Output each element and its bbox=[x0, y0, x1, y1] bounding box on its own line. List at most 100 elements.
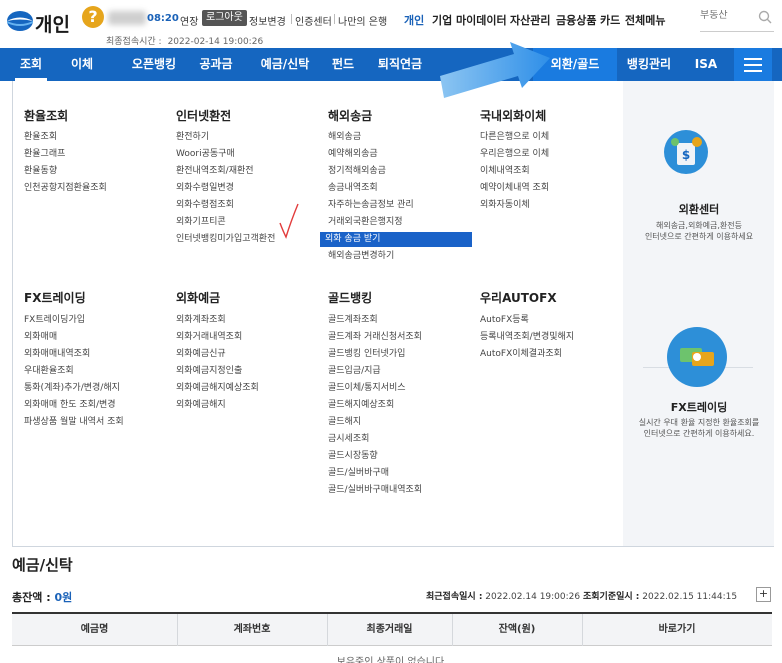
menu-link[interactable]: 인천공항지점환율조회 bbox=[24, 182, 107, 195]
menu-link[interactable]: 해외송금 bbox=[328, 131, 361, 144]
nav-transfer[interactable]: 이체 bbox=[62, 48, 102, 81]
gnav-asset[interactable]: 자산관리 bbox=[510, 12, 550, 28]
menu-link[interactable]: 외화수령일변경 bbox=[176, 182, 234, 195]
menu-link[interactable]: 환율그래프 bbox=[24, 148, 65, 161]
menu-link[interactable]: 골드해지 bbox=[328, 416, 361, 429]
base-date-value: 2022.02.15 11:44:15 bbox=[642, 592, 738, 602]
menu-link[interactable]: 환전내역조회/재환전 bbox=[176, 165, 254, 178]
menu-link-receive-remittance[interactable]: 외화 송금 받기 bbox=[320, 232, 472, 247]
exchange-icon[interactable] bbox=[666, 326, 728, 388]
promo-desc: 인터넷으로 간편하게 이용하세요 bbox=[644, 232, 754, 241]
menu-link[interactable]: 골드해지예상조회 bbox=[328, 399, 394, 412]
menu-link[interactable]: 환율조회 bbox=[24, 131, 57, 144]
menu-link[interactable]: 통화(계좌)추가/변경/해지 bbox=[24, 382, 120, 395]
logout-button[interactable]: 로그아웃 bbox=[202, 10, 247, 26]
nav-banking-mgmt[interactable]: 뱅킹관리 bbox=[618, 48, 680, 81]
gnav-card[interactable]: 카드 bbox=[600, 12, 620, 28]
col-title-fx-trading: FX트레이딩 bbox=[24, 291, 86, 305]
gnav-all-menu[interactable]: 전체메뉴 bbox=[625, 12, 665, 28]
link-cert-center[interactable]: 인증센터 bbox=[295, 13, 332, 28]
menu-link[interactable]: 인터넷뱅킹미가입고객환전 bbox=[176, 233, 275, 246]
mega-menu: 환율조회 환율조회 환율그래프 환율동향 인천공항지점환율조회 인터넷환전 환전… bbox=[12, 81, 774, 547]
last-access-label: 최근접속일시 : bbox=[426, 592, 483, 602]
menu-link[interactable]: 골드이체/통지서비스 bbox=[328, 382, 406, 395]
menu-link[interactable]: 다른은행으로 이체 bbox=[480, 131, 549, 144]
menu-link[interactable]: 이체내역조회 bbox=[480, 165, 530, 178]
menu-link[interactable]: 예약해외송금 bbox=[328, 148, 378, 161]
menu-link[interactable]: 골드/실버바구매내역조회 bbox=[328, 484, 422, 497]
menu-link[interactable]: 외화예금신규 bbox=[176, 348, 226, 361]
nav-deposit[interactable]: 예금/신탁 bbox=[250, 48, 320, 81]
logo-icon[interactable] bbox=[6, 10, 34, 32]
menu-link[interactable]: 골드입금/지급 bbox=[328, 365, 381, 378]
currency-icon[interactable]: $ bbox=[663, 129, 709, 175]
search-box bbox=[700, 8, 774, 32]
menu-link[interactable]: 환율동향 bbox=[24, 165, 57, 178]
promo-desc: 인터넷으로 간편하게 이용하세요. bbox=[643, 429, 755, 438]
nav-open-banking[interactable]: 오픈뱅킹 bbox=[121, 48, 187, 81]
menu-icon[interactable] bbox=[734, 48, 772, 81]
menu-link[interactable]: Woori공동구매 bbox=[176, 148, 235, 161]
menu-link[interactable]: 외화자동이체 bbox=[480, 199, 530, 212]
link-info-change[interactable]: 정보변경 bbox=[249, 13, 286, 28]
menu-link[interactable]: 골드/실버바구매 bbox=[328, 467, 389, 480]
gnav-mydata[interactable]: 마이데이터 bbox=[456, 12, 507, 28]
logo-text[interactable]: 개인 bbox=[35, 10, 70, 37]
menu-link[interactable]: 거래외국환은행지정 bbox=[328, 216, 403, 229]
menu-link[interactable]: 금시세조회 bbox=[328, 433, 369, 446]
menu-link[interactable]: 우리은행으로 이체 bbox=[480, 148, 549, 161]
extend-button[interactable]: 연장 bbox=[180, 13, 198, 28]
menu-link[interactable]: 골드뱅킹 인터넷가입 bbox=[328, 348, 405, 361]
gnav-products[interactable]: 금융상품 bbox=[556, 12, 596, 28]
col-title-domestic-fx: 국내외화이체 bbox=[480, 109, 547, 123]
col-title-autofx: 우리AUTOFX bbox=[480, 291, 557, 305]
gnav-corporate[interactable]: 기업 bbox=[432, 12, 452, 28]
menu-link[interactable]: 정기적해외송금 bbox=[328, 165, 386, 178]
promo-desc: 실시간 우대 환율 지정한 환율조회를 bbox=[638, 418, 760, 427]
total-balance: 총잔액 : 0원 bbox=[12, 589, 72, 605]
link-my-bank[interactable]: 나만의 은행 bbox=[338, 13, 387, 28]
col-title-rate: 환율조회 bbox=[24, 109, 69, 123]
menu-link[interactable]: 예약이체내역 조회 bbox=[480, 182, 549, 195]
menu-link[interactable]: 송금내역조회 bbox=[328, 182, 378, 195]
search-icon[interactable] bbox=[758, 10, 772, 24]
menu-link[interactable]: 골드계좌 거래신청서조회 bbox=[328, 331, 422, 344]
menu-link[interactable]: FX트레이딩가입 bbox=[24, 314, 85, 327]
menu-link[interactable]: AutoFX등록 bbox=[480, 314, 529, 327]
menu-link[interactable]: 해외송금변경하기 bbox=[328, 250, 394, 263]
column-header: 잔액(원) bbox=[498, 624, 536, 635]
menu-link[interactable]: 자주하는송금정보 관리 bbox=[328, 199, 414, 212]
menu-link[interactable]: 외화예금지정인출 bbox=[176, 365, 242, 378]
nav-fund[interactable]: 펀드 bbox=[325, 48, 361, 81]
menu-link[interactable]: 외화매매 한도 조회/변경 bbox=[24, 399, 116, 412]
nav-isa[interactable]: ISA bbox=[686, 48, 726, 81]
menu-link[interactable]: 환전하기 bbox=[176, 131, 209, 144]
menu-link[interactable]: 외화예금해지예상조회 bbox=[176, 382, 259, 395]
promo-title-fx-center[interactable]: 외환센터 bbox=[624, 201, 774, 217]
menu-link[interactable]: AutoFX이체결과조회 bbox=[480, 348, 562, 361]
menu-link[interactable]: 외화수령점조회 bbox=[176, 199, 234, 212]
nav-inquiry[interactable]: 조회 bbox=[13, 48, 49, 81]
menu-link[interactable]: 외화계좌조회 bbox=[176, 314, 226, 327]
menu-link[interactable]: 외화예금해지 bbox=[176, 399, 226, 412]
menu-link[interactable]: 외화기프티콘 bbox=[176, 216, 226, 229]
checkmark-icon bbox=[279, 203, 299, 239]
menu-link[interactable]: 골드시장동향 bbox=[328, 450, 378, 463]
nav-utility[interactable]: 공과금 bbox=[190, 48, 242, 81]
promo-title-fx-trading[interactable]: FX트레이딩 bbox=[624, 399, 774, 415]
column-header: 바로가기 bbox=[658, 624, 696, 635]
menu-link[interactable]: 등록내역조회/변경및해지 bbox=[480, 331, 574, 344]
menu-link[interactable]: 외화매매내역조회 bbox=[24, 348, 90, 361]
menu-link[interactable]: 외화매매 bbox=[24, 331, 57, 344]
menu-link[interactable]: 파생상품 월말 내역서 조회 bbox=[24, 416, 124, 429]
account-table-header: 예금명 계좌번호 최종거래일 잔액(원) 바로가기 bbox=[12, 612, 772, 646]
gnav-personal[interactable]: 개인 bbox=[404, 12, 424, 28]
menu-link[interactable]: 골드계좌조회 bbox=[328, 314, 378, 327]
last-access-value: 2022.02.14 19:00:26 bbox=[485, 592, 581, 602]
menu-link[interactable]: 외화거래내역조회 bbox=[176, 331, 242, 344]
menu-link[interactable]: 우대환율조회 bbox=[24, 365, 74, 378]
expand-button[interactable]: + bbox=[756, 587, 771, 602]
search-input[interactable] bbox=[700, 10, 760, 21]
help-icon[interactable]: ? bbox=[82, 6, 104, 28]
header: 개인 ? 08:20 연장 로그아웃 정보변경 인증센터 나만의 은행 최종접속… bbox=[0, 0, 782, 48]
